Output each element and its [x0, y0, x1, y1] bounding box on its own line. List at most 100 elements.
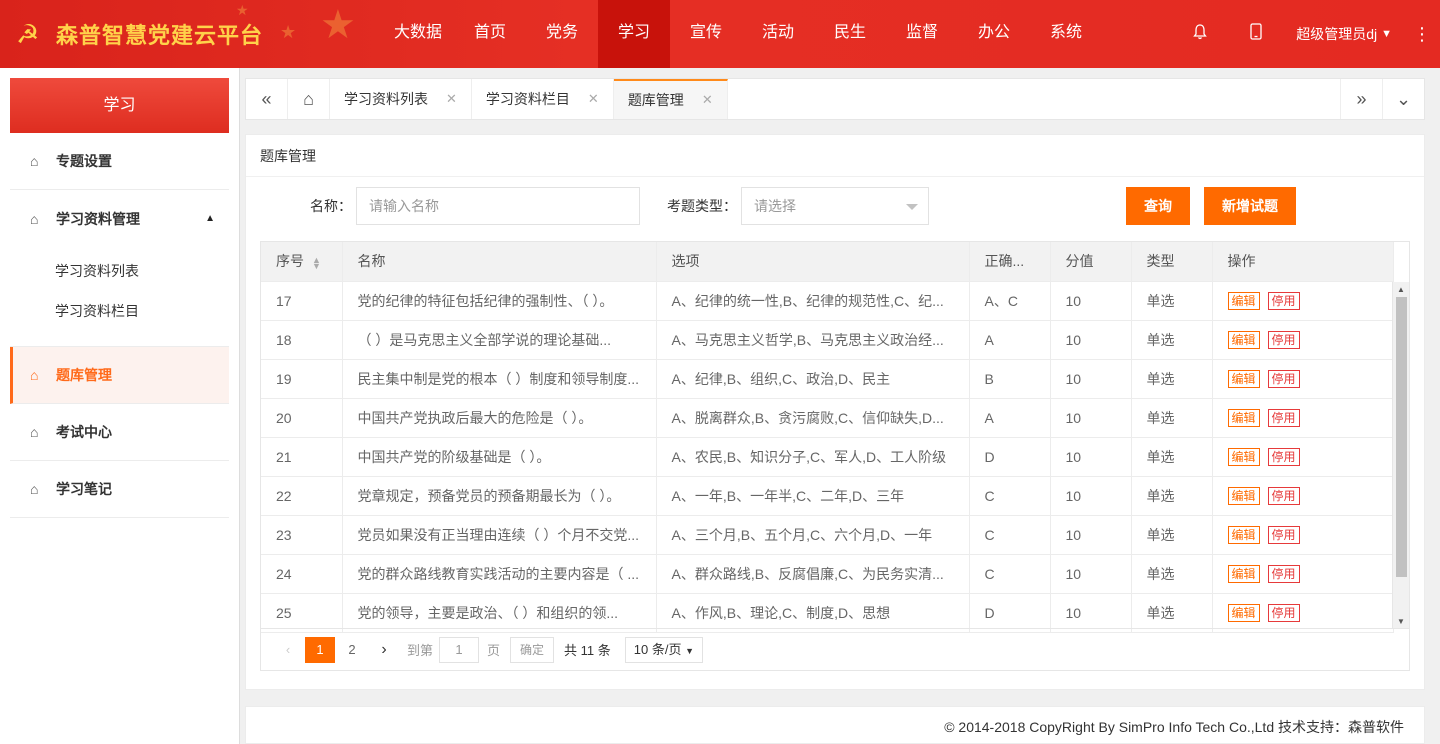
chevron-down-icon[interactable]: ⌄	[1382, 79, 1424, 119]
nav-item-livelihood[interactable]: 民生	[814, 0, 886, 68]
scrollbar-thumb[interactable]	[1396, 297, 1407, 577]
goto-confirm-button[interactable]: 确定	[510, 636, 555, 663]
edit-button[interactable]: 编辑	[1227, 603, 1260, 622]
page-number[interactable]: 2	[337, 637, 367, 663]
cell-actions: 编辑 停用	[1212, 398, 1394, 438]
cell-no: 23	[261, 515, 343, 555]
column-header-no[interactable]: 序号 ▲ ▼	[261, 242, 343, 282]
cell-type: 单选	[1131, 593, 1213, 633]
nav-item-party-affairs[interactable]: 党务	[526, 0, 598, 68]
edit-button[interactable]: 编辑	[1227, 330, 1260, 349]
column-header-options: 选项	[656, 242, 970, 282]
scroll-left-icon[interactable]: «	[246, 79, 288, 119]
disable-button[interactable]: 停用	[1267, 330, 1300, 349]
page-unit-label: 页	[487, 643, 501, 658]
goto-page-input[interactable]: 1	[439, 636, 480, 663]
cell-answer: D	[969, 593, 1051, 633]
cell-name: 党的领导，主要是政治、（ ）和组织的领...	[342, 593, 657, 633]
home-icon: ⌂	[30, 424, 39, 440]
edit-button[interactable]: 编辑	[1227, 408, 1260, 427]
edit-button[interactable]: 编辑	[1227, 447, 1260, 466]
edit-button[interactable]: 编辑	[1227, 486, 1260, 505]
nav-item-home[interactable]: 首页	[454, 0, 526, 68]
disable-button[interactable]: 停用	[1267, 603, 1300, 622]
page-number[interactable]: 1	[305, 636, 335, 663]
app-logo[interactable]: ☭ 森普智慧党建云平台	[16, 18, 263, 50]
tab-material-list[interactable]: 学习资料列表 ✕	[330, 79, 472, 119]
tab-material-column[interactable]: 学习资料栏目 ✕	[472, 79, 614, 119]
scroll-right-icon[interactable]: »	[1340, 79, 1382, 119]
nav-item-publicity[interactable]: 宣传	[670, 0, 742, 68]
disable-button[interactable]: 停用	[1267, 447, 1300, 466]
close-icon[interactable]: ✕	[702, 81, 713, 119]
search-form: 名称： 请输入名称 考题类型： 请选择 查询 新增试题	[246, 187, 1424, 225]
more-vertical-icon[interactable]: ⋮	[1404, 24, 1440, 45]
caret-down-icon: ▼	[685, 645, 695, 656]
cell-name: 党章规定，预备党员的预备期最长为（ ）。	[342, 476, 657, 516]
disable-button[interactable]: 停用	[1267, 408, 1300, 427]
sidebar-item-topic-settings[interactable]: ⌂ 专题设置	[10, 133, 229, 190]
disable-button[interactable]: 停用	[1267, 486, 1300, 505]
add-question-button[interactable]: 新增试题	[1204, 187, 1296, 225]
home-tab-icon[interactable]: ⌂	[288, 79, 330, 119]
cell-name: （ ）是马克思主义全部学说的理论基础...	[342, 320, 657, 360]
disable-button[interactable]: 停用	[1267, 369, 1300, 388]
next-page-icon[interactable]: ›	[369, 637, 399, 663]
mobile-icon[interactable]	[1228, 23, 1284, 45]
cell-type: 单选	[1131, 281, 1213, 321]
name-input[interactable]: 请输入名称	[356, 187, 640, 225]
sidebar-item-study-notes[interactable]: ⌂ 学习笔记	[10, 461, 229, 518]
bell-icon[interactable]	[1172, 23, 1228, 45]
question-table: 序号 ▲ ▼ 名称 选项 正确... 分值 类型 操作 17 党的纪律的特征包括纪律的…	[260, 241, 1410, 671]
sidebar-item-study-material-mgmt[interactable]: ⌂ 学习资料管理 ▲	[10, 190, 229, 247]
tab-question-bank[interactable]: 题库管理 ✕	[613, 79, 728, 119]
vertical-scrollbar[interactable]: ▲ ▼	[1392, 282, 1409, 628]
user-name: 超级管理员dj	[1296, 26, 1378, 42]
user-menu[interactable]: 超级管理员dj ▼	[1296, 24, 1392, 44]
cell-name: 民主集中制是党的根本（ ）制度和领导制度...	[342, 359, 657, 399]
cell-options: A、三个月,B、五个月,C、六个月,D、一年	[656, 515, 970, 555]
scroll-up-icon[interactable]: ▲	[1397, 285, 1405, 294]
nav-item-system[interactable]: 系统	[1030, 0, 1102, 68]
cell-answer: B	[969, 359, 1051, 399]
disable-button[interactable]: 停用	[1267, 291, 1300, 310]
scroll-down-icon[interactable]: ▼	[1397, 617, 1405, 626]
cell-options: A、一年,B、一年半,C、二年,D、三年	[656, 476, 970, 516]
close-icon[interactable]: ✕	[446, 79, 457, 119]
edit-button[interactable]: 编辑	[1227, 291, 1260, 310]
top-header: ★ ★ ★ ☭ 森普智慧党建云平台 大数据 首页 党务 学习 宣传 活动 民生 …	[0, 0, 1440, 68]
sidebar-subitem-material-column[interactable]: 学习资料栏目	[10, 291, 229, 331]
cell-options: A、农民,B、知识分子,C、军人,D、工人阶级	[656, 437, 970, 477]
type-select-placeholder: 请选择	[754, 198, 796, 214]
edit-button[interactable]: 编辑	[1227, 525, 1260, 544]
sort-icon[interactable]: ▲ ▼	[312, 255, 321, 270]
cell-options: A、纪律,B、组织,C、政治,D、民主	[656, 359, 970, 399]
sidebar-item-exam-center[interactable]: ⌂ 考试中心	[10, 404, 229, 461]
cell-type: 单选	[1131, 554, 1213, 594]
pagination: ‹ 1 2 › 到第 1 页 确定 共 11 条 10 条/页 ▼	[261, 628, 1409, 670]
type-select[interactable]: 请选择	[741, 187, 929, 225]
nav-item-study[interactable]: 学习	[598, 0, 670, 68]
cell-no: 18	[261, 320, 343, 360]
disable-button[interactable]: 停用	[1267, 564, 1300, 583]
page-size-select[interactable]: 10 条/页 ▼	[624, 636, 704, 663]
home-icon: ⌂	[30, 367, 39, 383]
table-row: 21 中国共产党的阶级基础是（ ）。 A、农民,B、知识分子,C、军人,D、工人阶级…	[261, 437, 1394, 477]
nav-item-supervision[interactable]: 监督	[886, 0, 958, 68]
query-button[interactable]: 查询	[1126, 187, 1190, 225]
party-emblem-icon: ☭	[16, 19, 40, 49]
table-row: 18 （ ）是马克思主义全部学说的理论基础... A、马克思主义哲学,B、马克思主义…	[261, 320, 1394, 360]
nav-item-bigdata[interactable]: 大数据	[382, 0, 454, 68]
sidebar-subitem-material-list[interactable]: 学习资料列表	[10, 251, 229, 291]
column-header-answer: 正确...	[969, 242, 1051, 282]
edit-button[interactable]: 编辑	[1227, 564, 1260, 583]
nav-item-activities[interactable]: 活动	[742, 0, 814, 68]
sidebar-item-label: 题库管理	[56, 367, 112, 383]
close-icon[interactable]: ✕	[588, 79, 599, 119]
prev-page-icon[interactable]: ‹	[273, 637, 303, 663]
sidebar-item-question-bank[interactable]: ⌂ 题库管理	[10, 347, 229, 404]
disable-button[interactable]: 停用	[1267, 525, 1300, 544]
decor-star-icon: ★	[280, 22, 297, 42]
edit-button[interactable]: 编辑	[1227, 369, 1260, 388]
nav-item-office[interactable]: 办公	[958, 0, 1030, 68]
